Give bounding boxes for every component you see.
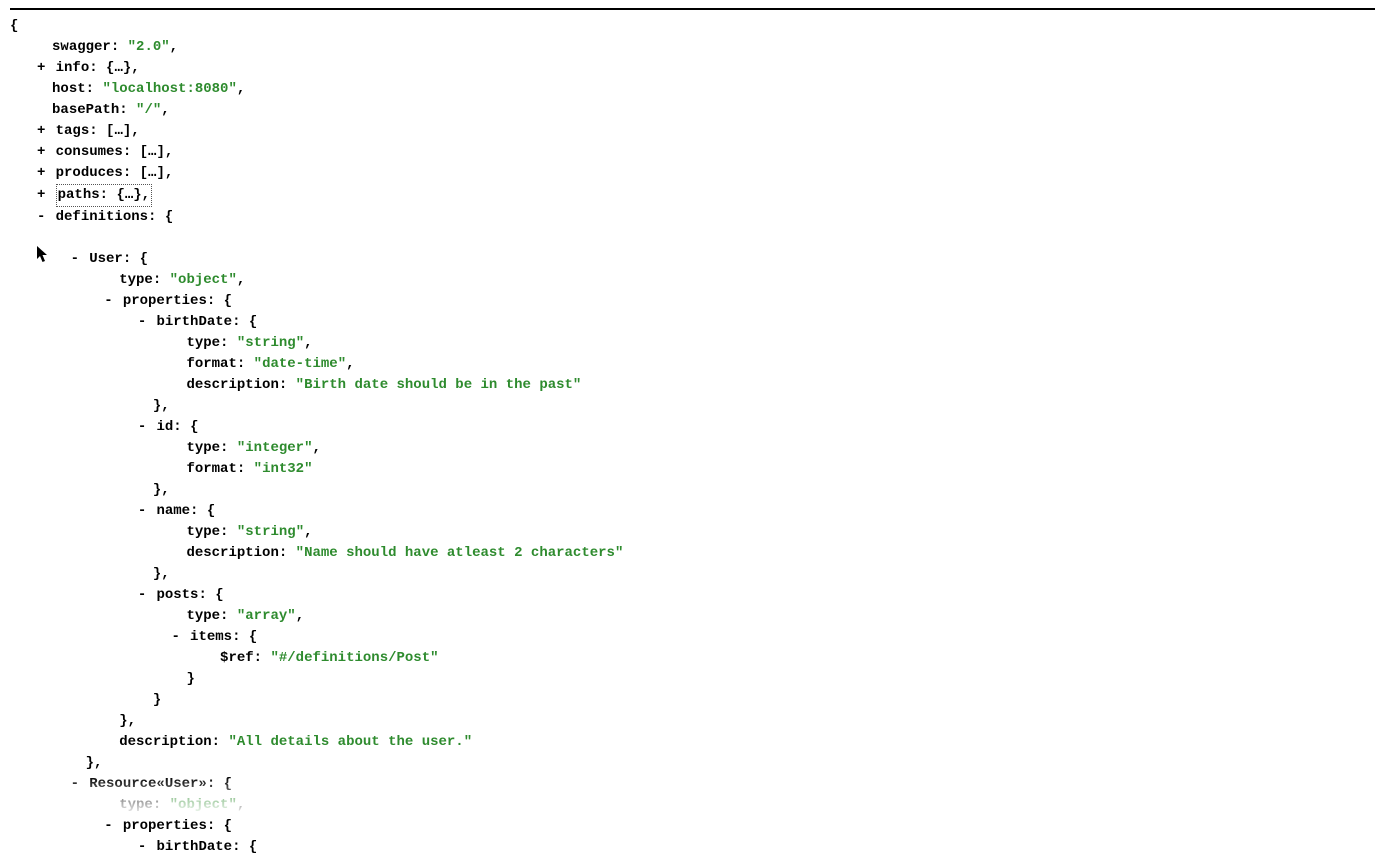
expand-icon[interactable]: + — [35, 58, 47, 79]
collapse-icon[interactable]: - — [69, 249, 81, 270]
expand-icon[interactable]: + — [35, 142, 47, 163]
collapse-icon[interactable]: - — [35, 207, 47, 228]
resourceuser-type-line: type: "object", — [10, 795, 1375, 816]
paths-focused[interactable]: paths: {…}, — [56, 184, 152, 207]
name-type-line: type: "string", — [10, 522, 1375, 543]
user-line[interactable]: - User: { — [10, 249, 1375, 270]
expand-icon[interactable]: + — [35, 121, 47, 142]
paths-line[interactable]: + paths: {…}, — [10, 184, 1375, 207]
id-line[interactable]: - id: { — [10, 417, 1375, 438]
posts-line[interactable]: - posts: { — [10, 585, 1375, 606]
name-line[interactable]: - name: { — [10, 501, 1375, 522]
posts-ref-line: $ref: "#/definitions/Post" — [10, 648, 1375, 669]
expand-icon[interactable]: + — [35, 163, 47, 184]
collapse-icon[interactable]: - — [170, 627, 182, 648]
posts-type-line: type: "array", — [10, 606, 1375, 627]
collapse-icon[interactable]: - — [69, 774, 81, 795]
posts-items-line[interactable]: - items: { — [10, 627, 1375, 648]
collapse-icon[interactable]: - — [136, 837, 148, 858]
collapse-icon[interactable]: - — [102, 816, 114, 837]
swagger-line: swagger: "2.0", — [10, 37, 1375, 58]
user-properties-close: }, — [10, 711, 1375, 732]
user-type-line: type: "object", — [10, 270, 1375, 291]
expand-icon[interactable]: + — [35, 185, 47, 206]
user-close: }, — [10, 753, 1375, 774]
user-desc-line: description: "All details about the user… — [10, 732, 1375, 753]
name-close: }, — [10, 564, 1375, 585]
json-tree: { swagger: "2.0", + info: {…}, host: "lo… — [10, 16, 1375, 858]
resourceuser-birthdate-line[interactable]: - birthDate: { — [10, 837, 1375, 858]
resourceuser-line[interactable]: - Resource«User»: { — [10, 774, 1375, 795]
basepath-line: basePath: "/", — [10, 100, 1375, 121]
user-properties-line[interactable]: - properties: { — [10, 291, 1375, 312]
info-line[interactable]: + info: {…}, — [10, 58, 1375, 79]
id-format-line: format: "int32" — [10, 459, 1375, 480]
resourceuser-properties-line[interactable]: - properties: { — [10, 816, 1375, 837]
collapse-icon[interactable]: - — [136, 501, 148, 522]
host-line: host: "localhost:8080", — [10, 79, 1375, 100]
produces-line[interactable]: + produces: […], — [10, 163, 1375, 184]
definitions-line[interactable]: - definitions: { — [10, 207, 1375, 249]
birthdate-line[interactable]: - birthDate: { — [10, 312, 1375, 333]
collapse-icon[interactable]: - — [136, 417, 148, 438]
birthdate-desc-line: description: "Birth date should be in th… — [10, 375, 1375, 396]
id-type-line: type: "integer", — [10, 438, 1375, 459]
birthdate-format-line: format: "date-time", — [10, 354, 1375, 375]
root-open: { — [10, 16, 1375, 37]
consumes-line[interactable]: + consumes: […], — [10, 142, 1375, 163]
window-top-border — [10, 8, 1375, 10]
id-close: }, — [10, 480, 1375, 501]
collapse-icon[interactable]: - — [136, 312, 148, 333]
collapse-icon[interactable]: - — [102, 291, 114, 312]
birthdate-type-line: type: "string", — [10, 333, 1375, 354]
name-desc-line: description: "Name should have atleast 2… — [10, 543, 1375, 564]
tags-line[interactable]: + tags: […], — [10, 121, 1375, 142]
posts-items-close: } — [10, 669, 1375, 690]
birthdate-close: }, — [10, 396, 1375, 417]
collapse-icon[interactable]: - — [136, 585, 148, 606]
posts-close: } — [10, 690, 1375, 711]
